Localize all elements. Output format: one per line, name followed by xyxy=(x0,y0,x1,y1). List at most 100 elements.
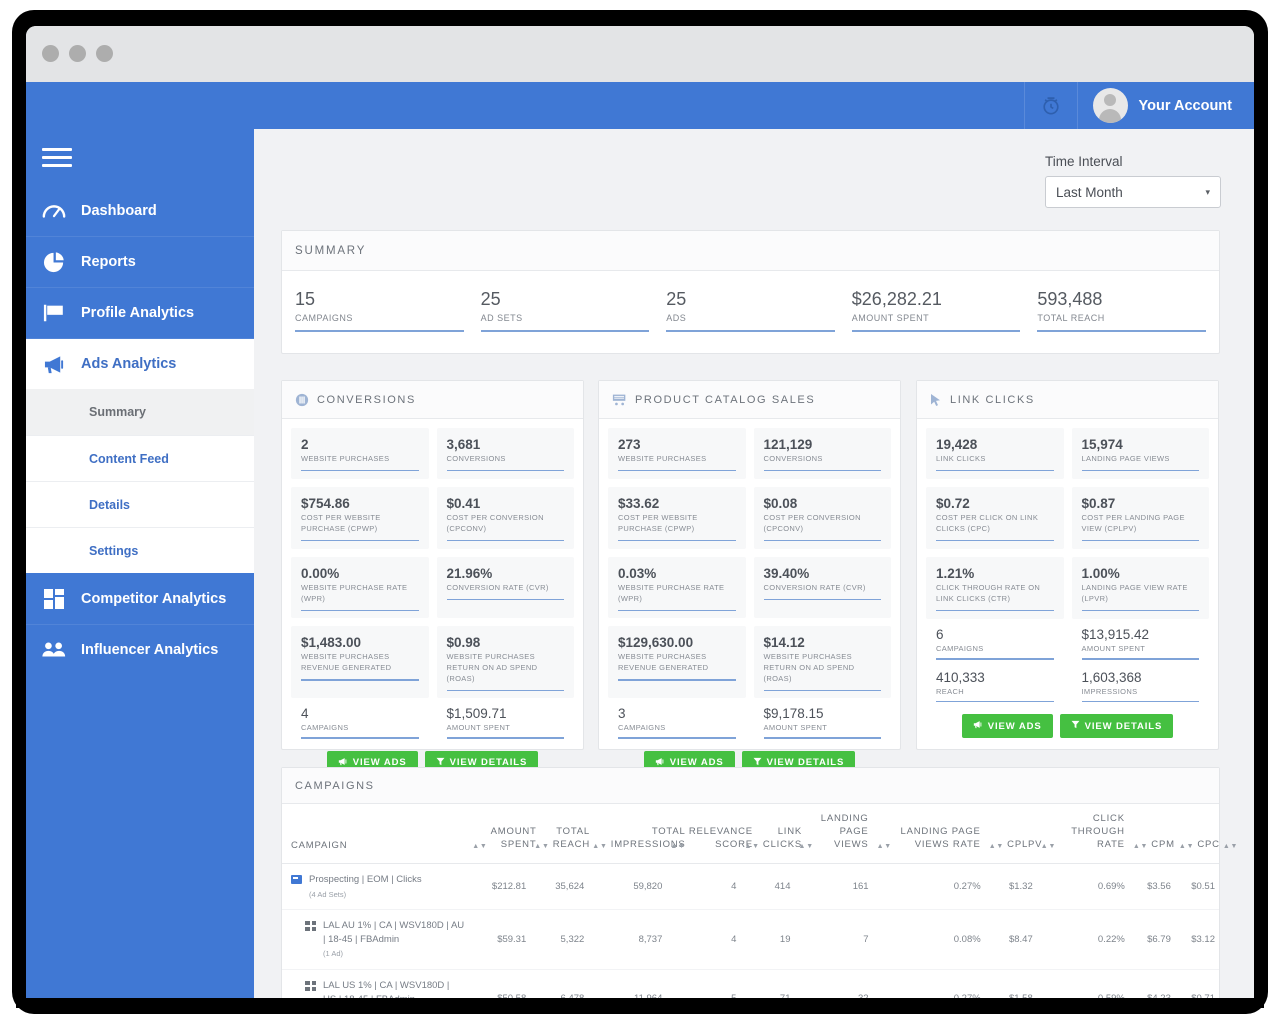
maximize-dot-icon[interactable] xyxy=(96,45,113,62)
link-clicks-actions: VIEW ADS VIEW DETAILS xyxy=(917,714,1218,738)
col-label: AMOUNT SPENT xyxy=(490,825,537,850)
col-landing-page-views[interactable]: ▲▼ LANDING PAGE VIEWS xyxy=(794,804,873,865)
campaigns-title: CAMPAIGNS xyxy=(295,779,375,792)
adset-grid-icon xyxy=(305,980,316,991)
adset-grid-icon xyxy=(305,920,316,931)
sort-icon: ▲▼ xyxy=(1222,843,1239,851)
window-controls[interactable] xyxy=(42,45,113,62)
stat-value: $26,282.21 xyxy=(851,289,942,309)
col-campaign[interactable]: CAMPAIGN xyxy=(282,804,469,865)
metric-tile: $0.98 WEBSITE PURCHASES RETURN ON AD SPE… xyxy=(436,626,574,699)
conversions-card-header: CONVERSIONS xyxy=(282,381,583,419)
tile-label: LINK CLICKS xyxy=(936,454,986,463)
col-cpc[interactable]: ▲▼ CPC ▲▼ xyxy=(1174,804,1237,865)
col-landing-page-views-rate[interactable]: ▲▼ LANDING PAGE VIEWS RATE xyxy=(872,804,985,865)
tile-value: $754.86 xyxy=(301,496,350,511)
tile-label: LANDING PAGE VIEWS xyxy=(1081,454,1170,463)
chevron-down-icon: ▾ xyxy=(1205,186,1210,197)
time-interval-select[interactable]: Last Month ▾ xyxy=(1045,176,1221,208)
stat-value: 25 xyxy=(666,289,687,309)
tile-underline xyxy=(936,609,1054,612)
table-row[interactable]: LAL AU 1% | CA | WSV180D | AU | 18-45 | … xyxy=(282,909,1219,970)
cell-cpm: $6.79 xyxy=(1128,909,1175,970)
sidebar: Dashboard Reports Profile Analytics Ads … xyxy=(26,129,254,998)
tile-value: 1.21% xyxy=(936,566,975,581)
sort-icon: ▲▼ xyxy=(1178,843,1195,851)
hamburger-menu-icon[interactable] xyxy=(26,129,254,185)
metric-tile: 1.00% LANDING PAGE VIEW RATE (LPVR) xyxy=(1071,557,1209,619)
row-name: LAL AU 1% | CA | WSV180D | AU | 18-45 | … xyxy=(323,919,465,945)
metric-tile: 0.00% WEBSITE PURCHASE RATE (WPR) xyxy=(291,557,429,619)
footer-label: CAMPAIGNS xyxy=(618,723,666,733)
sidebar-item-details[interactable]: Details xyxy=(26,481,254,527)
col-label: LANDING PAGE VIEWS RATE xyxy=(900,825,981,850)
footer-metric: 4 CAMPAIGNS xyxy=(291,706,429,739)
tile-value: $0.98 xyxy=(446,635,481,651)
col-cplpv[interactable]: ▲▼ CPLPV xyxy=(984,804,1042,865)
sidebar-item-profile-analytics[interactable]: Profile Analytics xyxy=(26,287,254,338)
sidebar-item-influencer-analytics[interactable]: Influencer Analytics xyxy=(26,624,254,675)
col-amount-spent[interactable]: ▲▼ AMOUNT SPENT xyxy=(468,804,536,865)
metric-tile: $0.87 COST PER LANDING PAGE VIEW (CPLPV) xyxy=(1071,487,1209,549)
campaigns-table: CAMPAIGN ▲▼ AMOUNT SPENT ▲▼ TOTAL REACH ▲▼… xyxy=(282,804,1237,998)
alarm-clock-icon[interactable] xyxy=(1023,82,1078,129)
table-row[interactable]: Prospecting | EOM | Clicks (4 Ad Sets) $… xyxy=(282,863,1219,910)
sort-icon: ▲▼ xyxy=(472,843,488,851)
tile-label: WEBSITE PURCHASES REVENUE GENERATED xyxy=(301,652,392,673)
close-dot-icon[interactable] xyxy=(42,45,59,62)
sidebar-item-settings[interactable]: Settings xyxy=(26,527,254,573)
row-subtitle: (1 Ad) xyxy=(323,949,344,959)
sort-icon: ▲▼ xyxy=(988,843,1005,851)
sidebar-item-label: Influencer Analytics xyxy=(81,642,219,658)
col-total-reach[interactable]: ▲▼ TOTAL REACH xyxy=(530,804,589,865)
col-cpm[interactable]: ▲▼ CPM xyxy=(1128,804,1175,865)
tile-underline xyxy=(763,598,881,601)
view-details-button[interactable]: VIEW DETAILS xyxy=(1059,714,1174,738)
tile-underline xyxy=(301,539,419,542)
cell-total-impressions: 59,820 xyxy=(588,863,667,910)
col-click-through-rate[interactable]: ▲▼ CLICK THROUGH RATE xyxy=(1036,804,1129,865)
table-row[interactable]: LAL US 1% | CA | WSV180D | US | 18-45 | … xyxy=(282,969,1219,998)
stat-underline xyxy=(480,330,650,332)
sidebar-item-content-feed[interactable]: Content Feed xyxy=(26,435,254,481)
row-subtitle: (4 Ad Sets) xyxy=(309,889,347,899)
col-label: RELEVANCE SCORE xyxy=(688,825,753,850)
sidebar-item-label: Dashboard xyxy=(81,202,157,219)
footer-metric: $13,915.42 AMOUNT SPENT xyxy=(1072,627,1210,660)
col-total-impressions[interactable]: ▲▼ TOTAL IMPRESSIONS xyxy=(588,804,685,865)
browser-window: Your Account Dashboard Reports Profile A… xyxy=(26,26,1254,998)
col-relevance-score[interactable]: ▲▼ RELEVANCE SCORE xyxy=(666,804,752,865)
submenu-item-label: Summary xyxy=(89,405,146,419)
summary-card-header: SUMMARY xyxy=(282,231,1219,271)
sidebar-item-dashboard[interactable]: Dashboard xyxy=(26,185,254,236)
tile-underline xyxy=(763,539,881,542)
cell-landing-page-views-rate: 0.27% xyxy=(872,863,985,910)
tile-label: WEBSITE PURCHASES RETURN ON AD SPEND (RO… xyxy=(763,652,855,683)
sidebar-item-reports[interactable]: Reports xyxy=(26,236,254,287)
topbar-right-group: Your Account xyxy=(1023,82,1254,129)
cell-campaign: Prospecting | EOM | Clicks (4 Ad Sets) xyxy=(282,863,469,910)
sidebar-item-label: Profile Analytics xyxy=(81,305,195,321)
sidebar-item-competitor-analytics[interactable]: Competitor Analytics xyxy=(26,573,254,624)
link-clicks-tiles: 19,428 LINK CLICKS 15,974 LANDING PAGE V… xyxy=(917,419,1218,619)
sort-icon: ▲▼ xyxy=(1040,843,1057,851)
stat-value: 25 xyxy=(480,289,501,309)
sidebar-item-summary[interactable]: Summary xyxy=(26,389,254,435)
view-ads-button[interactable]: VIEW ADS xyxy=(961,714,1053,738)
window-titlebar xyxy=(26,26,1254,82)
link-clicks-title: LINK CLICKS xyxy=(950,393,1035,406)
metric-tile: 273 WEBSITE PURCHASES xyxy=(608,428,746,479)
link-clicks-card: LINK CLICKS 19,428 LINK CLICKS 15,974 LA… xyxy=(916,380,1219,750)
minimize-dot-icon[interactable] xyxy=(69,45,86,62)
col-link-clicks[interactable]: ▲▼ LINK CLICKS xyxy=(740,804,801,865)
footer-label: AMOUNT SPENT xyxy=(446,723,511,733)
tile-label: WEBSITE PURCHASE RATE (WPR) xyxy=(301,583,408,603)
summary-card: SUMMARY 15 CAMPAIGNS 25 AD SETS 25 ADS $… xyxy=(281,230,1220,354)
col-label: LINK CLICKS xyxy=(762,825,803,850)
footer-label: AMOUNT SPENT xyxy=(763,723,828,733)
tile-value: 15,974 xyxy=(1081,437,1123,452)
tile-underline xyxy=(763,689,881,692)
account-menu[interactable]: Your Account xyxy=(1078,82,1254,129)
tile-underline xyxy=(618,609,736,612)
sidebar-item-ads-analytics[interactable]: Ads Analytics xyxy=(26,338,254,389)
